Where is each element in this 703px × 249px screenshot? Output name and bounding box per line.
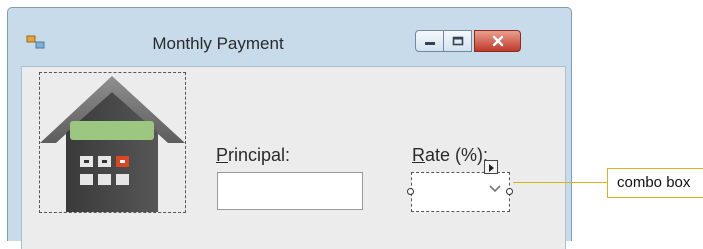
resize-handle-left[interactable] xyxy=(407,188,414,195)
principal-textbox[interactable] xyxy=(217,172,363,210)
window-title: Monthly Payment xyxy=(152,34,284,53)
rate-combo-box[interactable] xyxy=(411,172,510,212)
smart-tag-button[interactable] xyxy=(484,160,498,174)
resize-handle-right[interactable] xyxy=(506,188,513,195)
maximize-icon xyxy=(452,36,463,46)
maximize-button[interactable] xyxy=(444,30,472,52)
chevron-down-icon[interactable] xyxy=(489,185,501,193)
minimize-button[interactable] xyxy=(415,30,444,52)
close-icon xyxy=(492,35,503,47)
combo-box-callout: combo box xyxy=(607,168,703,198)
picture-box[interactable] xyxy=(39,72,186,213)
close-button[interactable] xyxy=(474,30,521,52)
principal-label: Principal: xyxy=(216,145,291,165)
minimize-icon xyxy=(424,42,435,45)
callout-connector xyxy=(513,182,608,183)
house-calculator-icon xyxy=(40,76,185,212)
arrow-right-icon xyxy=(489,164,494,172)
form-icon[interactable] xyxy=(26,33,46,51)
rate-label: Rate (%): xyxy=(412,145,489,165)
